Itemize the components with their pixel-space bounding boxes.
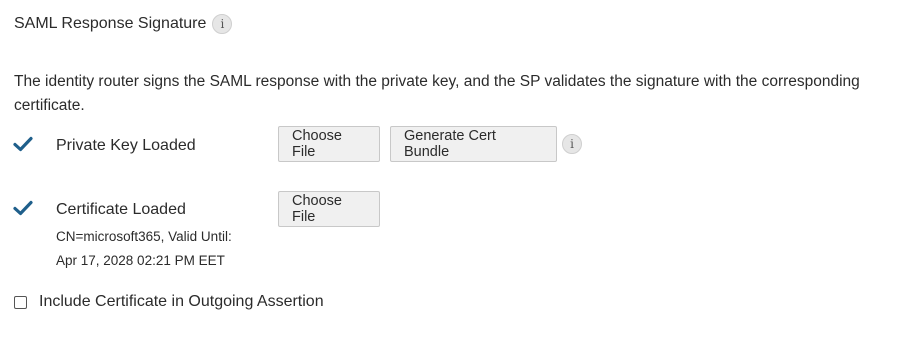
certificate-detail-line1: CN=microsoft365, Valid Until: (56, 229, 232, 244)
include-certificate-checkbox[interactable] (14, 295, 27, 309)
certificate-choose-file-button[interactable]: Choose File (278, 191, 380, 227)
checkmark-icon (13, 200, 33, 216)
certificate-detail-line2: Apr 17, 2028 02:21 PM EET (56, 253, 225, 268)
checkmark-icon (13, 136, 33, 152)
saml-response-signature-panel: SAML Response Signature i The identity r… (0, 0, 913, 344)
generate-cert-bundle-button[interactable]: Generate Cert Bundle (390, 126, 557, 162)
section-title-text: SAML Response Signature (14, 15, 207, 32)
info-icon[interactable]: i (562, 134, 582, 154)
certificate-status-label: Certificate Loaded (56, 201, 186, 218)
private-key-status-label: Private Key Loaded (56, 137, 196, 154)
include-certificate-option[interactable]: Include Certificate in Outgoing Assertio… (14, 293, 324, 311)
description-text: The identity router signs the SAML respo… (14, 73, 860, 114)
section-title: SAML Response Signature i (14, 14, 233, 34)
private-key-choose-file-button[interactable]: Choose File (278, 126, 380, 162)
info-icon[interactable]: i (212, 14, 233, 34)
include-certificate-label[interactable]: Include Certificate in Outgoing Assertio… (39, 293, 324, 311)
